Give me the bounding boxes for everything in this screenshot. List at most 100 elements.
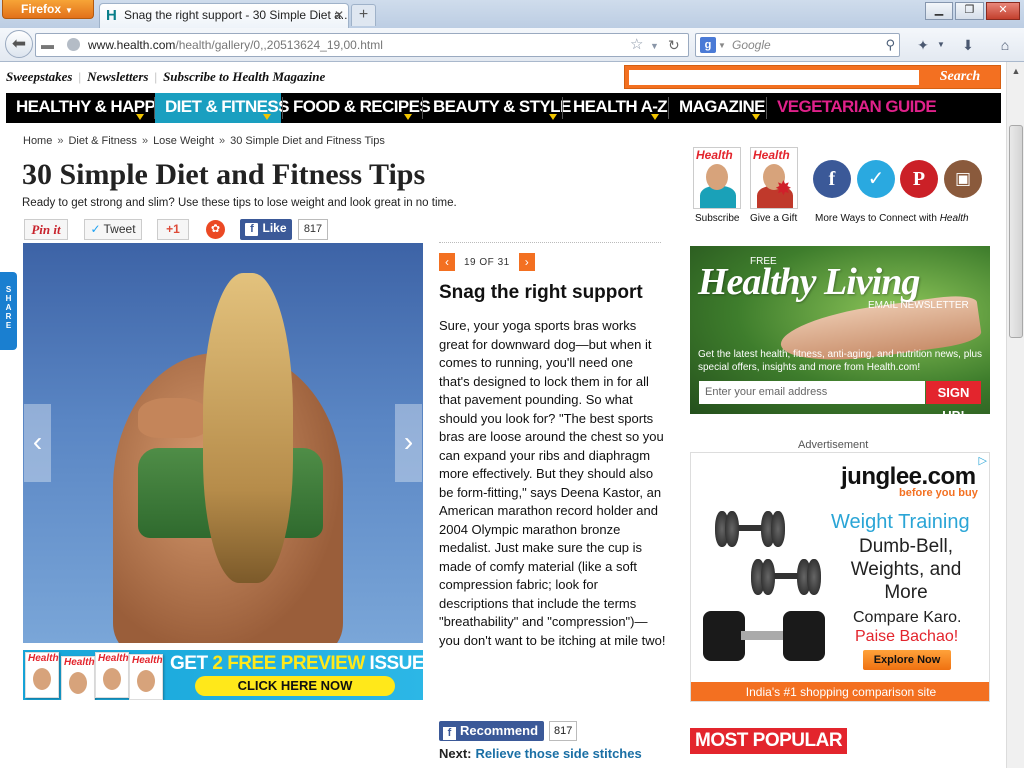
search-placeholder: Google: [732, 38, 771, 52]
tab-title: Snag the right support - 30 Simple Diet …: [124, 8, 349, 22]
page-title: 30 Simple Diet and Fitness Tips: [22, 158, 426, 191]
stumbleupon-icon[interactable]: ✿: [206, 220, 225, 239]
junglee-ad[interactable]: ▷ junglee.com before you buy Weight Trai…: [690, 452, 990, 702]
nav-beauty-style[interactable]: BEAUTY & STYLE: [423, 93, 571, 123]
nav-food-recipes[interactable]: FOOD & RECIPES: [283, 93, 431, 123]
minimize-button[interactable]: ▁: [925, 2, 953, 20]
downloads-icon[interactable]: ⬇: [957, 34, 979, 56]
nav-health-a-z[interactable]: HEALTH A-Z: [563, 93, 668, 123]
site-search: Search: [624, 65, 1001, 89]
scroll-up-icon[interactable]: ▲: [1009, 64, 1023, 78]
twitter-icon[interactable]: ✓: [857, 160, 895, 198]
twitter-bird-icon: ✓: [90, 222, 101, 236]
share-side-tab[interactable]: SHARE: [0, 272, 17, 350]
slide-body: Sure, your yoga sports bras works great …: [439, 318, 666, 648]
breadcrumb-diet-fitness[interactable]: Diet & Fitness: [68, 135, 136, 147]
address-bar[interactable]: ▬ www.health.com/health/gallery/0,,20513…: [35, 33, 689, 57]
facebook-like-button[interactable]: f Like: [240, 219, 292, 240]
subscribe-cover[interactable]: Health: [693, 147, 741, 209]
utility-links: Sweepstakes | Newsletters | Subscribe to Hea…: [6, 69, 326, 84]
instagram-icon[interactable]: ▣: [944, 160, 982, 198]
page-identity-icon[interactable]: ▬: [41, 34, 54, 56]
new-tab-button[interactable]: +: [351, 4, 376, 26]
divider: [439, 242, 661, 243]
free-issues-banner[interactable]: Health Health Health Health GET 2 FREE P…: [23, 650, 423, 700]
photo-prev-arrow-icon[interactable]: ‹: [24, 404, 51, 482]
more-ways-text: More Ways to Connect with Health: [815, 213, 969, 224]
ad-heading: Weight Training: [831, 511, 970, 533]
subscribe-link[interactable]: Subscribe to Health Magazine: [163, 69, 325, 84]
search-go-icon[interactable]: ⚲: [885, 34, 895, 56]
newsletter-headline: Healthy Living: [698, 261, 920, 303]
search-bar[interactable]: g ▼ Google ⚲: [695, 33, 900, 57]
newsletter-desc: Get the latest health, fitness, anti-agi…: [698, 349, 983, 373]
adchoices-icon[interactable]: ▷: [979, 454, 987, 467]
breadcrumb-home[interactable]: Home: [23, 135, 52, 147]
window-close-button[interactable]: ✕: [986, 2, 1020, 20]
browser-tab[interactable]: H Snag the right support - 30 Simple Die…: [99, 3, 349, 28]
newsletters-link[interactable]: Newsletters: [87, 69, 148, 84]
breadcrumb: Home» Diet & Fitness» Lose Weight» 30 Simpl…: [23, 135, 385, 147]
next-slide-button[interactable]: ›: [518, 253, 535, 271]
next-slide: Next: Relieve those side stitches: [439, 746, 642, 761]
engine-dropdown-icon[interactable]: ▼: [718, 35, 726, 57]
magazine-cover: Health: [61, 656, 95, 700]
magazine-cover: Health: [25, 652, 59, 698]
navigation-toolbar: ⬅ ▬ www.health.com/health/gallery/0,,205…: [0, 28, 1024, 62]
facebook-icon[interactable]: f: [813, 160, 851, 198]
google-plus-button[interactable]: +1: [157, 219, 189, 240]
subscribe-link[interactable]: Subscribe: [695, 213, 739, 224]
sweepstakes-link[interactable]: Sweepstakes: [6, 69, 72, 84]
ad-footer: India's #1 shopping comparison site: [691, 682, 989, 701]
magazine-cover: Health: [129, 654, 163, 700]
nav-healthy-happy[interactable]: HEALTHY & HAPPY: [6, 93, 167, 123]
newsletter-kicker: EMAIL NEWSLETTER: [868, 300, 969, 311]
pinterest-icon[interactable]: P: [900, 160, 938, 198]
google-engine-icon[interactable]: g: [700, 37, 716, 53]
promo-headline: GET 2 FREE PREVIEW ISSUES!: [170, 653, 423, 674]
scrollbar-thumb[interactable]: [1009, 125, 1023, 338]
facebook-recommend-button[interactable]: f Recommend: [439, 721, 545, 741]
breadcrumb-lose-weight[interactable]: Lose Weight: [153, 135, 214, 147]
click-here-button[interactable]: CLICK HERE NOW: [195, 676, 395, 696]
bookmarks-dropdown-icon[interactable]: ▼: [930, 34, 952, 56]
tweet-button[interactable]: ✓ Tweet: [84, 219, 142, 240]
prev-slide-button[interactable]: ‹: [439, 253, 455, 271]
main-nav: HEALTHY & HAPPY DIET & FITNESS FOOD & RE…: [6, 93, 1001, 123]
give-gift-link[interactable]: Give a Gift: [750, 213, 797, 224]
vertical-scrollbar[interactable]: ▲: [1006, 62, 1024, 768]
firefox-menu-button[interactable]: Firefox ▼: [2, 0, 94, 19]
recommend-widget: f Recommend 817: [439, 721, 578, 741]
nav-diet-fitness[interactable]: DIET & FITNESS: [155, 93, 289, 123]
explore-now-button[interactable]: Explore Now: [863, 650, 951, 670]
url-history-dropdown-icon[interactable]: ▼: [650, 35, 659, 57]
site-search-input[interactable]: [629, 70, 919, 85]
back-button[interactable]: ⬅: [5, 30, 33, 58]
sign-up-button[interactable]: SIGN UP!: [926, 381, 981, 414]
magazine-cover: Health: [95, 652, 129, 698]
gift-bow-icon: ✸: [775, 178, 792, 200]
ad-lines: Dumb-Bell, Weights, and More: [850, 536, 962, 603]
breadcrumb-current[interactable]: 30 Simple Diet and Fitness Tips: [230, 135, 385, 147]
nav-magazine[interactable]: MAGAZINE: [669, 93, 765, 123]
slide-title: Snag the right support: [439, 282, 643, 303]
gift-cover[interactable]: Health ✸: [750, 147, 798, 209]
maximize-button[interactable]: ❐: [955, 2, 984, 20]
next-slide-link[interactable]: Relieve those side stitches: [476, 746, 642, 761]
reload-icon[interactable]: ↻: [668, 34, 680, 56]
newsletter-email-field[interactable]: Enter your email address: [699, 381, 925, 404]
pin-it-button[interactable]: Pin it: [24, 219, 68, 240]
page-subtitle: Ready to get strong and slim? Use these …: [22, 197, 457, 209]
site-search-button[interactable]: Search: [925, 66, 995, 88]
home-icon[interactable]: ⌂: [994, 34, 1016, 56]
facebook-icon: f: [245, 223, 259, 236]
like-count: 817: [298, 219, 328, 240]
photo-next-arrow-icon[interactable]: ›: [395, 404, 422, 482]
ad-paise: Paise Bachao!: [855, 628, 959, 645]
most-popular-heading: MOST POPULAR: [690, 728, 848, 754]
slide-photo: ‹ ›: [23, 243, 423, 643]
bookmark-star-icon[interactable]: ☆: [630, 34, 643, 56]
slide-counter: ‹ 19 OF 31 ›: [439, 253, 535, 271]
nav-vegetarian-guide[interactable]: VEGETARIAN GUIDE: [767, 93, 937, 123]
tab-close-icon[interactable]: ✕: [334, 4, 344, 27]
